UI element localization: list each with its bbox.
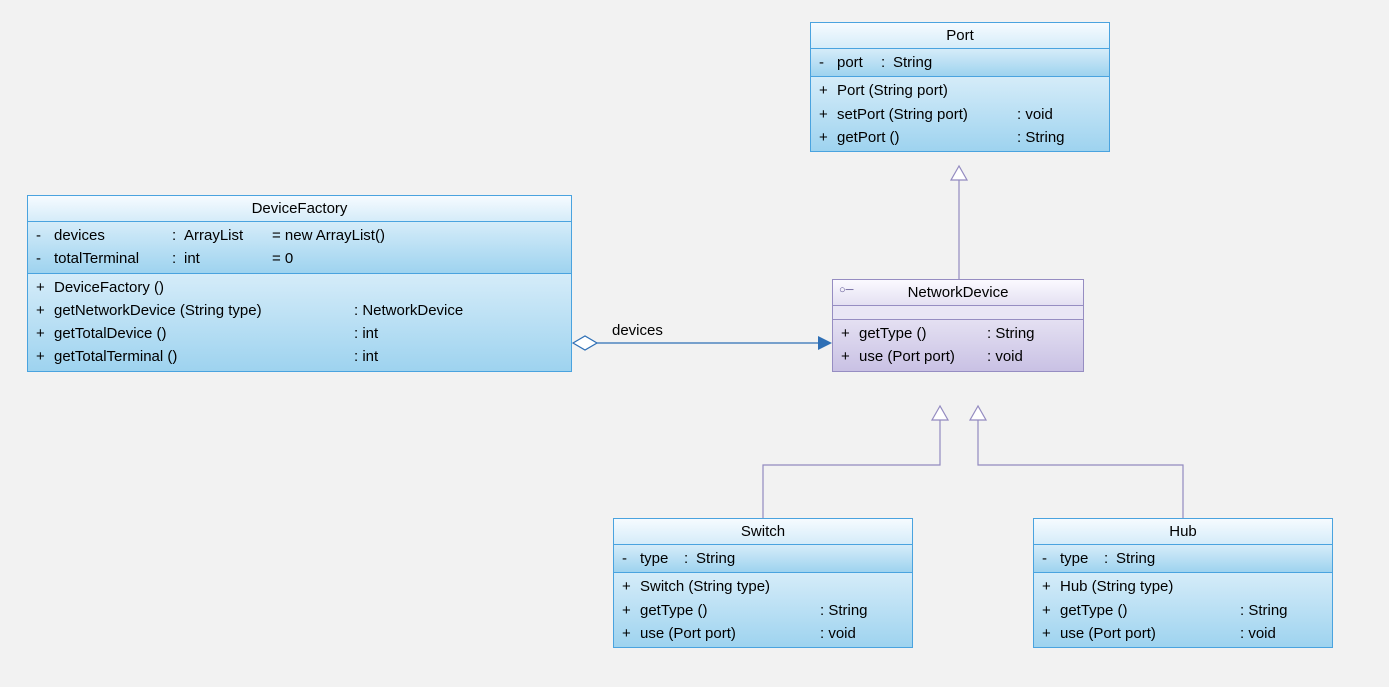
class-title: Switch (614, 519, 912, 544)
attributes-section: -type: String (614, 544, 912, 572)
interface-icon: ○─ (839, 284, 853, 296)
class-title: DeviceFactory (28, 196, 571, 221)
attributes-section: -port: String (811, 48, 1109, 76)
association-label: devices (612, 322, 663, 339)
class-switch[interactable]: Switch -type: String +Switch (String typ… (613, 518, 913, 648)
class-title: Port (811, 23, 1109, 48)
class-network-device[interactable]: ○─ NetworkDevice +getType (): String +us… (832, 279, 1084, 372)
class-device-factory[interactable]: DeviceFactory -devices: ArrayList= new A… (27, 195, 572, 372)
realization-networkdevice-port (951, 166, 967, 279)
class-port[interactable]: Port -port: String +Port (String port) +… (810, 22, 1110, 152)
class-hub[interactable]: Hub -type: String +Hub (String type) +ge… (1033, 518, 1333, 648)
operations-section: +Port (String port) +setPort (String por… (811, 76, 1109, 151)
attributes-section: -type: String (1034, 544, 1332, 572)
operations-section: +DeviceFactory () +getNetworkDevice (Str… (28, 273, 571, 371)
class-title: ○─ NetworkDevice (833, 280, 1083, 305)
operations-section: +Switch (String type) +getType (): Strin… (614, 572, 912, 647)
generalization-hub-networkdevice (970, 406, 1183, 518)
operations-section: +Hub (String type) +getType (): String +… (1034, 572, 1332, 647)
class-title: Hub (1034, 519, 1332, 544)
operations-section: +getType (): String +use (Port port): vo… (833, 319, 1083, 371)
generalization-switch-networkdevice (763, 406, 948, 518)
attributes-section (833, 305, 1083, 319)
attributes-section: -devices: ArrayList= new ArrayList() -to… (28, 221, 571, 273)
